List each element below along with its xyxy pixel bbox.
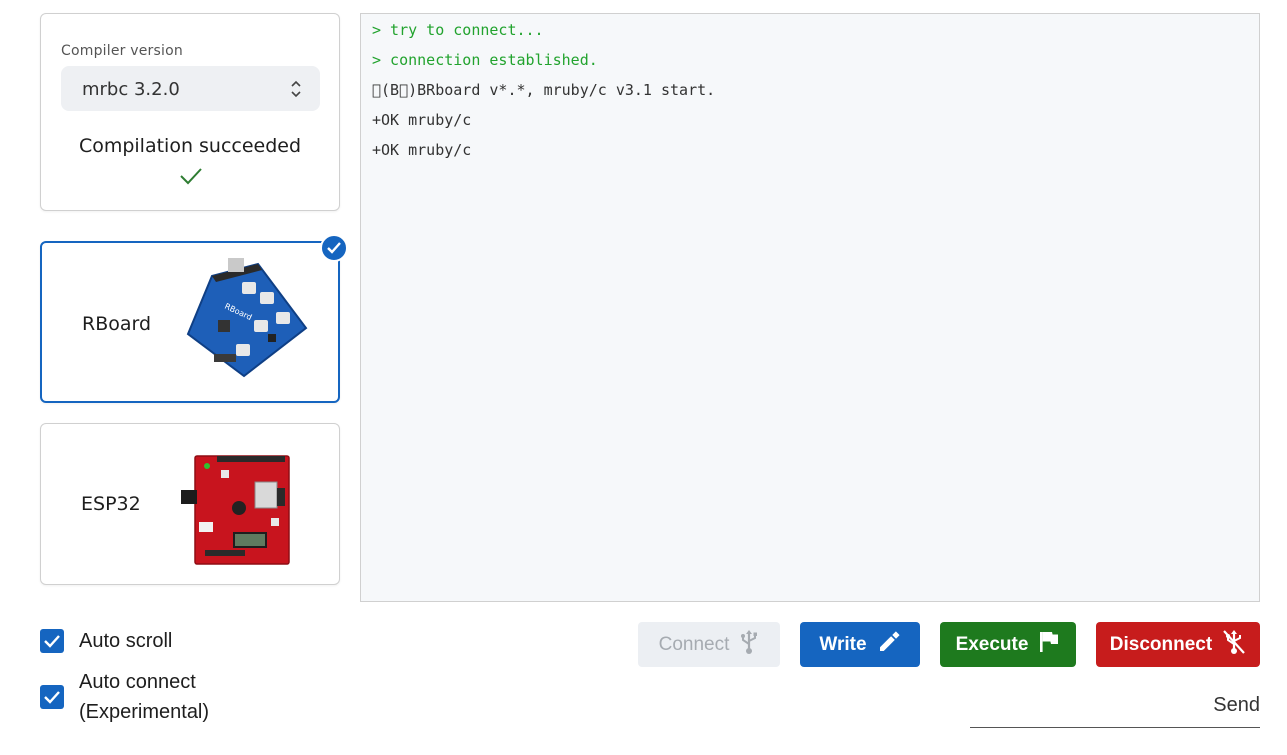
- execute-button[interactable]: Execute: [940, 622, 1076, 667]
- auto-scroll-label: Auto scroll: [79, 630, 173, 652]
- connect-button-label: Connect: [658, 633, 730, 655]
- usb-off-icon: [1222, 629, 1246, 661]
- terminal-line: +OK mruby/c: [372, 111, 472, 129]
- execute-button-label: Execute: [955, 633, 1029, 655]
- rboard-pcb-image: RBoard: [184, 258, 308, 386]
- terminal-output[interactable]: > try to connect... > connection establi…: [360, 13, 1260, 602]
- pencil-icon: [877, 630, 901, 660]
- usb-icon: [739, 629, 759, 661]
- board-card-rboard[interactable]: RBoard RBoard: [40, 241, 340, 403]
- write-button[interactable]: Write: [800, 622, 920, 667]
- terminal-line: +OK mruby/c: [372, 141, 472, 159]
- board-card-esp32[interactable]: ESP32: [40, 423, 340, 585]
- compiler-card: Compiler version mrbc 3.2.0 Compilation …: [40, 13, 340, 211]
- terminal-line:  (B )BRboard v*.*, mruby/c v3.1 start.: [372, 81, 716, 99]
- send-label: Send: [1213, 694, 1260, 716]
- terminal-line: > try to connect...: [372, 21, 544, 39]
- auto-connect-checkbox[interactable]: [40, 685, 64, 709]
- disconnect-button[interactable]: Disconnect: [1096, 622, 1260, 667]
- flag-icon: [1038, 630, 1060, 660]
- write-button-label: Write: [819, 633, 867, 655]
- compiler-version-select[interactable]: mrbc 3.2.0: [61, 66, 320, 111]
- terminal-line: > connection established.: [372, 51, 598, 69]
- check-icon: [179, 166, 203, 190]
- auto-scroll-checkbox[interactable]: [40, 629, 64, 653]
- compilation-status: Compilation succeeded: [78, 135, 302, 157]
- selected-check-badge-icon: [320, 234, 348, 262]
- board-name: ESP32: [81, 493, 141, 515]
- chevron-up-down-icon: [290, 78, 302, 104]
- compiler-version-value: mrbc 3.2.0: [82, 79, 180, 100]
- send-input[interactable]: Send: [970, 690, 1260, 728]
- board-name: RBoard: [82, 313, 152, 335]
- esp32-pcb-image: [181, 452, 295, 570]
- auto-connect-label-line1: Auto connect: [79, 671, 196, 693]
- disconnect-button-label: Disconnect: [1109, 633, 1213, 655]
- compiler-version-label: Compiler version: [61, 43, 183, 59]
- auto-connect-label-line2: (Experimental): [79, 701, 210, 723]
- connect-button[interactable]: Connect: [638, 622, 780, 667]
